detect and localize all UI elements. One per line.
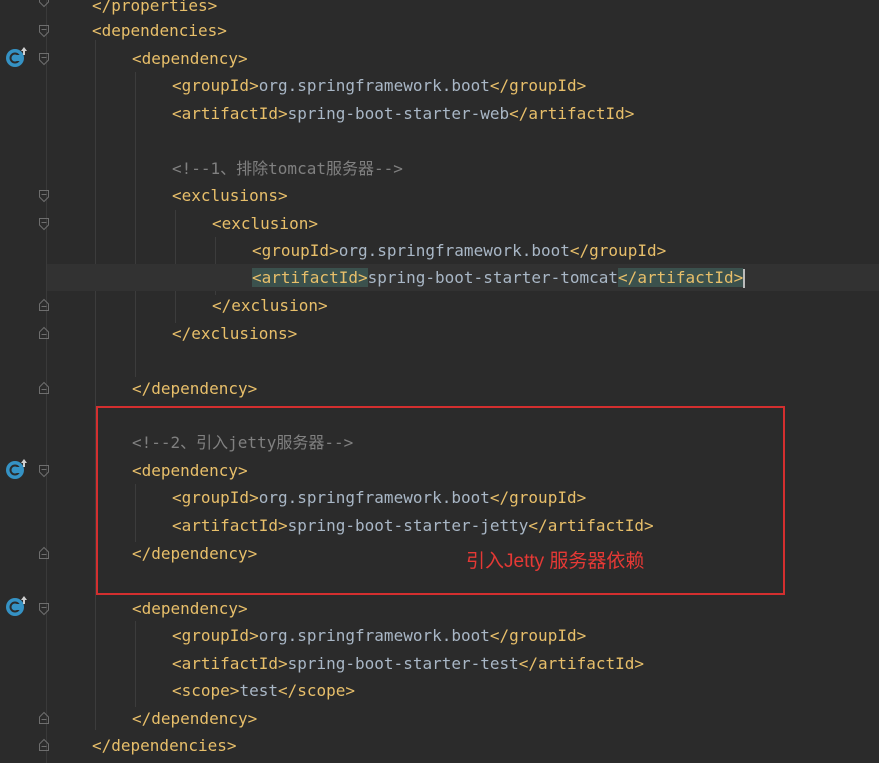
fold-end-marker-icon[interactable] bbox=[38, 326, 50, 340]
xml-open-tag: <artifactId> bbox=[172, 104, 288, 123]
code-line[interactable]: <groupId>org.springframework.boot</group… bbox=[0, 622, 879, 649]
xml-close-tag: </artifactId> bbox=[509, 104, 635, 123]
code-line[interactable]: <artifactId>spring-boot-starter-test</ar… bbox=[0, 650, 879, 677]
xml-tag: </exclusion> bbox=[212, 296, 328, 315]
fold-end-marker-icon[interactable] bbox=[38, 738, 50, 752]
xml-tag-open: </ bbox=[92, 0, 112, 15]
xml-close-tag: </groupId> bbox=[489, 76, 587, 95]
xml-tag: </dependency> bbox=[132, 709, 258, 728]
fold-marker-icon[interactable] bbox=[38, 217, 50, 231]
xml-tag-name: properties bbox=[111, 0, 208, 15]
fold-marker-icon[interactable] bbox=[38, 189, 50, 203]
xml-tag: </dependencies> bbox=[92, 736, 237, 755]
maven-dependency-icon[interactable] bbox=[5, 595, 29, 617]
fold-marker-icon[interactable] bbox=[38, 52, 50, 66]
xml-close-tag-matched: </artifactId> bbox=[618, 268, 744, 287]
annotation-label: 引入Jetty 服务器依赖 bbox=[466, 551, 645, 572]
code-line[interactable]: <exclusion> bbox=[0, 210, 879, 237]
xml-tag: <exclusions> bbox=[172, 186, 288, 205]
xml-open-tag: <groupId> bbox=[252, 241, 339, 260]
maven-dependency-icon[interactable] bbox=[5, 46, 29, 68]
maven-dependency-icon[interactable] bbox=[5, 458, 29, 480]
code-line[interactable]: <exclusions> bbox=[0, 182, 879, 209]
fold-marker-icon[interactable] bbox=[38, 0, 50, 8]
fold-marker-icon[interactable] bbox=[38, 24, 50, 38]
xml-value: test bbox=[239, 681, 278, 700]
code-line[interactable]: </exclusions> bbox=[0, 320, 879, 347]
xml-value: spring-boot-starter-tomcat bbox=[367, 268, 619, 287]
xml-close-tag: </groupId> bbox=[569, 241, 667, 260]
xml-tag-name: dependencies bbox=[101, 21, 218, 40]
code-line[interactable]: </exclusion> bbox=[0, 292, 879, 319]
xml-value: org.springframework.boot bbox=[258, 76, 490, 95]
xml-open-tag: <groupId> bbox=[172, 626, 259, 645]
code-line[interactable]: <groupId>org.springframework.boot</group… bbox=[0, 237, 879, 264]
xml-tag-name: dependency bbox=[141, 49, 238, 68]
code-line[interactable]: </dependencies> bbox=[0, 732, 879, 759]
xml-tag-close: > bbox=[217, 21, 227, 40]
code-line[interactable]: <groupId>org.springframework.boot</group… bbox=[0, 72, 879, 99]
xml-tag: </dependency> bbox=[132, 379, 258, 398]
code-line[interactable]: <dependency> bbox=[0, 45, 879, 72]
xml-comment: <!--1、排除tomcat服务器--> bbox=[172, 159, 403, 178]
code-line[interactable]: <artifactId>spring-boot-starter-web</art… bbox=[0, 100, 879, 127]
current-code-line[interactable]: <artifactId>spring-boot-starter-tomcat</… bbox=[47, 264, 879, 291]
xml-tag-open: < bbox=[92, 21, 102, 40]
code-line[interactable]: </dependency> bbox=[0, 705, 879, 732]
xml-tag-open: < bbox=[132, 49, 142, 68]
xml-tag: <exclusion> bbox=[212, 214, 318, 233]
fold-marker-icon[interactable] bbox=[38, 464, 50, 478]
xml-value: spring-boot-starter-test bbox=[287, 654, 519, 673]
xml-value: org.springframework.boot bbox=[258, 626, 490, 645]
fold-end-marker-icon[interactable] bbox=[38, 298, 50, 312]
xml-value: org.springframework.boot bbox=[338, 241, 570, 260]
fold-end-marker-icon[interactable] bbox=[38, 381, 50, 395]
code-editor[interactable]: </properties> <dependencies> <dependency… bbox=[0, 0, 879, 763]
fold-marker-icon[interactable] bbox=[38, 602, 50, 616]
xml-close-tag: </scope> bbox=[277, 681, 356, 700]
xml-tag-close: > bbox=[207, 0, 218, 15]
fold-end-marker-icon[interactable] bbox=[38, 711, 50, 725]
fold-end-marker-icon[interactable] bbox=[38, 546, 50, 560]
xml-open-tag: <scope> bbox=[172, 681, 240, 700]
code-line[interactable]: <!--1、排除tomcat服务器--> bbox=[0, 155, 879, 182]
code-line[interactable]: <dependency> bbox=[0, 595, 879, 622]
xml-close-tag: </artifactId> bbox=[518, 654, 645, 673]
xml-tag: <dependency> bbox=[132, 599, 248, 618]
xml-open-tag-matched: <artifactId> bbox=[252, 268, 368, 287]
code-line[interactable]: <scope>test</scope> bbox=[0, 677, 879, 704]
xml-close-tag: </groupId> bbox=[489, 626, 587, 645]
annotation-box bbox=[96, 406, 785, 595]
text-caret bbox=[743, 269, 746, 288]
xml-value: spring-boot-starter-web bbox=[287, 104, 510, 123]
code-line[interactable]: </dependency> bbox=[0, 375, 879, 402]
xml-open-tag: <groupId> bbox=[172, 76, 259, 95]
xml-tag: </exclusions> bbox=[172, 324, 298, 343]
xml-open-tag: <artifactId> bbox=[172, 654, 288, 673]
xml-tag-close: > bbox=[237, 49, 248, 68]
code-line[interactable]: <dependencies> bbox=[0, 17, 879, 44]
